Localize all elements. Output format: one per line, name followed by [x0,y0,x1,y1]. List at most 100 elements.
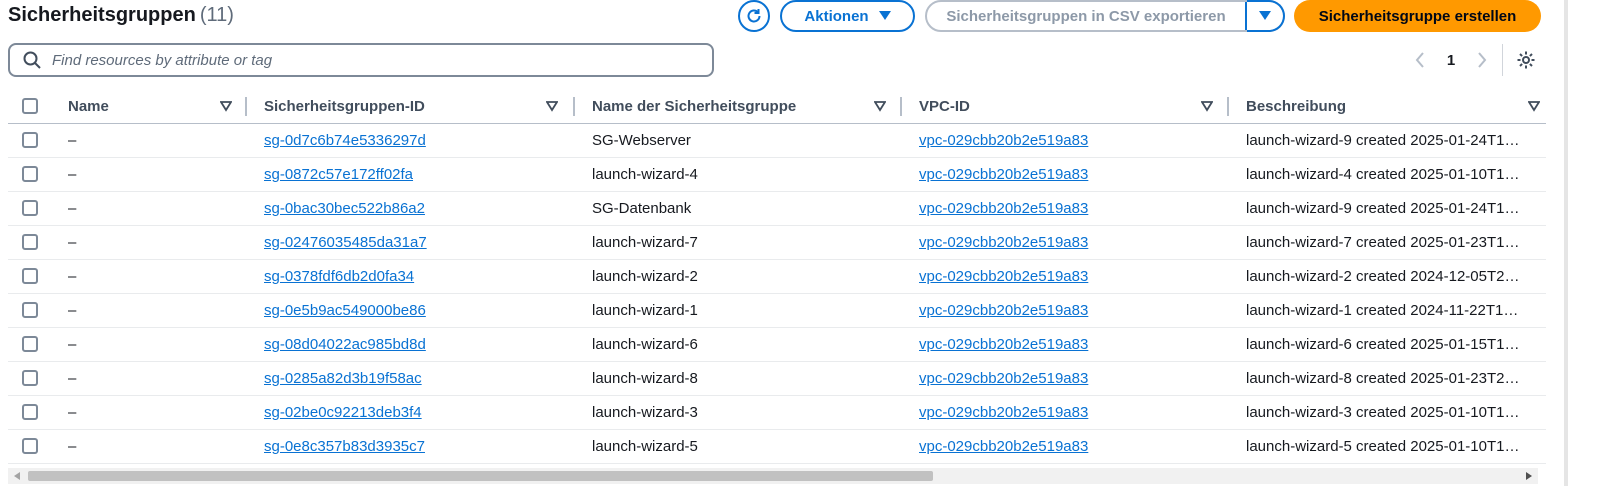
table-row[interactable]: – sg-02476035485da31a7 launch-wizard-7 v… [8,226,1546,260]
table-row[interactable]: – sg-0378fdf6db2d0fa34 launch-wizard-2 v… [8,260,1546,294]
table-row[interactable]: – sg-0285a82d3b19f58ac launch-wizard-8 v… [8,362,1546,396]
column-divider[interactable] [573,97,575,116]
preferences-button[interactable] [1514,48,1538,72]
cell-vpc-id: vpc-029cbb20b2e519a83 [919,328,1229,361]
scroll-right-icon[interactable] [1524,471,1534,481]
sort-icon[interactable] [1201,100,1213,112]
cell-sg-name: launch-wizard-5 [592,438,698,455]
column-header-description[interactable]: Beschreibung [1246,89,1546,123]
previous-page-button[interactable] [1410,50,1430,70]
row-checkbox[interactable] [22,302,38,318]
sg-id-link[interactable]: sg-0872c57e172ff02fa [264,166,413,183]
vpc-id-link[interactable]: vpc-029cbb20b2e519a83 [919,200,1088,217]
cell-vpc-id: vpc-029cbb20b2e519a83 [919,260,1229,293]
sort-icon[interactable] [1528,100,1540,112]
sg-id-link[interactable]: sg-02476035485da31a7 [264,234,427,251]
sg-id-link[interactable]: sg-0285a82d3b19f58ac [264,370,422,387]
table-row[interactable]: – sg-0e8c357b83d3935c7 launch-wizard-5 v… [8,430,1546,464]
column-divider[interactable] [245,97,247,116]
refresh-button[interactable] [738,0,770,32]
scrollbar-thumb[interactable] [28,471,933,481]
row-checkbox[interactable] [22,166,38,182]
table-row[interactable]: – sg-02be0c92213deb3f4 launch-wizard-3 v… [8,396,1546,430]
export-csv-button[interactable]: Sicherheitsgruppen in CSV exportieren [927,2,1245,30]
horizontal-scrollbar[interactable] [8,468,1538,484]
column-header-sg-id[interactable]: Sicherheitsgruppen-ID [264,89,574,123]
column-label: Name [68,97,109,115]
sg-id-link[interactable]: sg-0d7c6b74e5336297d [264,132,426,149]
current-page[interactable]: 1 [1430,52,1472,69]
cell-sg-id: sg-0285a82d3b19f58ac [264,362,574,395]
cell-name: – [68,132,77,149]
cell-description: launch-wizard-6 created 2025-01-15T1… [1246,336,1520,353]
cell-vpc-id: vpc-029cbb20b2e519a83 [919,294,1229,327]
row-checkbox[interactable] [22,438,38,454]
table-row[interactable]: – sg-0d7c6b74e5336297d SG-Webserver vpc-… [8,124,1546,158]
column-divider[interactable] [900,97,902,116]
vpc-id-link[interactable]: vpc-029cbb20b2e519a83 [919,438,1088,455]
security-groups-table: Name Sicherheitsgruppen-ID Name der Sich… [8,89,1546,464]
vpc-id-link[interactable]: vpc-029cbb20b2e519a83 [919,166,1088,183]
column-header-name[interactable]: Name [68,89,248,123]
table-header: Name Sicherheitsgruppen-ID Name der Sich… [8,89,1546,124]
security-groups-page: Sicherheitsgruppen (11) Aktionen Sicherhe… [0,0,1618,502]
cell-sg-name: SG-Datenbank [592,200,692,217]
sg-id-link[interactable]: sg-0e5b9ac549000be86 [264,302,426,319]
row-checkbox[interactable] [22,268,38,284]
cell-sg-id: sg-02be0c92213deb3f4 [264,396,574,429]
cell-vpc-id: vpc-029cbb20b2e519a83 [919,226,1229,259]
gear-icon [1517,51,1535,69]
vpc-id-link[interactable]: vpc-029cbb20b2e519a83 [919,132,1088,149]
vpc-id-link[interactable]: vpc-029cbb20b2e519a83 [919,268,1088,285]
sg-id-link[interactable]: sg-0bac30bec522b86a2 [264,200,425,217]
row-checkbox[interactable] [22,132,38,148]
sg-id-link[interactable]: sg-0378fdf6db2d0fa34 [264,268,414,285]
vpc-id-link[interactable]: vpc-029cbb20b2e519a83 [919,404,1088,421]
vpc-id-link[interactable]: vpc-029cbb20b2e519a83 [919,370,1088,387]
vertical-scrollbar[interactable] [1564,0,1568,486]
export-csv-split-button: Sicherheitsgruppen in CSV exportieren [925,0,1285,32]
table-body: – sg-0d7c6b74e5336297d SG-Webserver vpc-… [8,124,1546,464]
cell-sg-name: launch-wizard-6 [592,336,698,353]
table-row[interactable]: – sg-0872c57e172ff02fa launch-wizard-4 v… [8,158,1546,192]
sort-icon[interactable] [874,100,886,112]
row-checkbox[interactable] [22,200,38,216]
column-header-sg-name[interactable]: Name der Sicherheitsgruppe [592,89,902,123]
column-divider[interactable] [1227,97,1229,116]
create-label: Sicherheitsgruppe erstellen [1318,7,1517,25]
page-title-text: Sicherheitsgruppen [8,4,196,26]
row-checkbox[interactable] [22,234,38,250]
select-all-checkbox[interactable] [22,98,38,114]
scroll-left-icon[interactable] [12,471,22,481]
table-row[interactable]: – sg-08d04022ac985bd8d launch-wizard-6 v… [8,328,1546,362]
sort-icon[interactable] [220,100,232,112]
actions-label: Aktionen [804,7,869,25]
row-checkbox[interactable] [22,404,38,420]
cell-name: – [68,234,77,251]
search-input[interactable] [50,50,712,70]
column-header-vpc-id[interactable]: VPC-ID [919,89,1229,123]
sg-id-link[interactable]: sg-08d04022ac985bd8d [264,336,426,353]
create-security-group-button[interactable]: Sicherheitsgruppe erstellen [1294,0,1541,32]
row-checkbox[interactable] [22,336,38,352]
next-page-button[interactable] [1472,50,1492,70]
cell-vpc-id: vpc-029cbb20b2e519a83 [919,158,1229,191]
table-row[interactable]: – sg-0e5b9ac549000be86 launch-wizard-1 v… [8,294,1546,328]
cell-vpc-id: vpc-029cbb20b2e519a83 [919,396,1229,429]
cell-sg-id: sg-0378fdf6db2d0fa34 [264,260,574,293]
cell-name: – [68,166,77,183]
sg-id-link[interactable]: sg-0e8c357b83d3935c7 [264,438,425,455]
vpc-id-link[interactable]: vpc-029cbb20b2e519a83 [919,302,1088,319]
page-title: Sicherheitsgruppen (11) [8,4,234,27]
pager-divider [1502,44,1503,76]
actions-button[interactable]: Aktionen [780,0,915,32]
sort-icon[interactable] [546,100,558,112]
export-dropdown-button[interactable] [1245,2,1283,30]
sg-id-link[interactable]: sg-02be0c92213deb3f4 [264,404,422,421]
vpc-id-link[interactable]: vpc-029cbb20b2e519a83 [919,336,1088,353]
row-checkbox[interactable] [22,370,38,386]
vpc-id-link[interactable]: vpc-029cbb20b2e519a83 [919,234,1088,251]
table-row[interactable]: – sg-0bac30bec522b86a2 SG-Datenbank vpc-… [8,192,1546,226]
cell-name: – [68,438,77,455]
search-box [8,43,714,77]
